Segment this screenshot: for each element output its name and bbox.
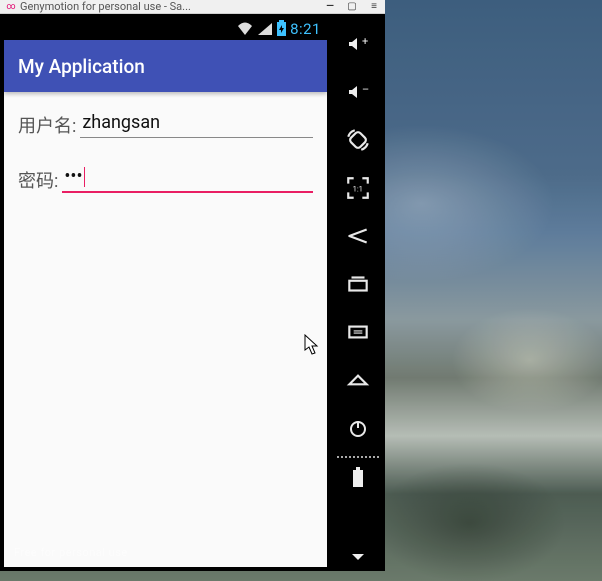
password-input[interactable]: •••	[62, 164, 313, 193]
volume-up-button[interactable]: +	[338, 20, 378, 68]
username-label: 用户名:	[18, 112, 76, 138]
back-button[interactable]	[338, 212, 378, 260]
svg-text:+: +	[362, 35, 368, 48]
device-screen: 8:21 My Application 用户名: zhangsan 密码: ••…	[0, 14, 331, 571]
rotate-button[interactable]	[338, 116, 378, 164]
menu-button[interactable]	[338, 308, 378, 356]
signal-icon	[257, 22, 273, 36]
host-window-titlebar: ∞ Genymotion for personal use - Sa... — …	[0, 0, 385, 14]
recent-apps-button[interactable]	[338, 260, 378, 308]
app-bar: My Application	[4, 40, 327, 92]
emulator-sidebar: + – 1:1	[331, 14, 385, 571]
password-value: •••	[64, 166, 82, 187]
android-status-bar[interactable]: 8:21	[4, 18, 327, 40]
svg-text:1:1: 1:1	[353, 184, 363, 193]
app-surface: My Application 用户名: zhangsan 密码: ••• Fre…	[4, 40, 327, 567]
status-clock: 8:21	[290, 20, 321, 38]
username-row: 用户名: zhangsan	[18, 110, 313, 138]
pixel-ratio-button[interactable]: 1:1	[338, 164, 378, 212]
genymotion-logo-icon: ∞	[6, 2, 16, 12]
app-title: My Application	[18, 55, 145, 78]
password-row: 密码: •••	[18, 164, 313, 193]
window-minimize-button[interactable]: —	[319, 0, 341, 14]
window-maximize-button[interactable]: ▢	[341, 0, 363, 14]
home-button[interactable]	[338, 356, 378, 404]
window-menu-button[interactable]: ≡	[363, 0, 385, 14]
wifi-icon	[237, 22, 253, 36]
power-button[interactable]	[338, 404, 378, 452]
app-content: 用户名: zhangsan 密码: •••	[4, 92, 327, 237]
username-input[interactable]: zhangsan	[80, 110, 313, 138]
sidebar-expand-button[interactable]	[338, 543, 378, 571]
battery-button[interactable]	[338, 458, 378, 498]
username-value: zhangsan	[82, 112, 160, 133]
watermark-text: Free for personal use	[14, 546, 128, 559]
text-cursor	[84, 167, 86, 187]
volume-down-button[interactable]: –	[338, 68, 378, 116]
emulator-frame: 8:21 My Application 用户名: zhangsan 密码: ••…	[0, 14, 385, 571]
host-window-title: Genymotion for personal use - Sa...	[20, 0, 191, 13]
battery-icon	[277, 22, 286, 36]
password-label: 密码:	[18, 167, 58, 193]
svg-text:–: –	[362, 83, 369, 96]
